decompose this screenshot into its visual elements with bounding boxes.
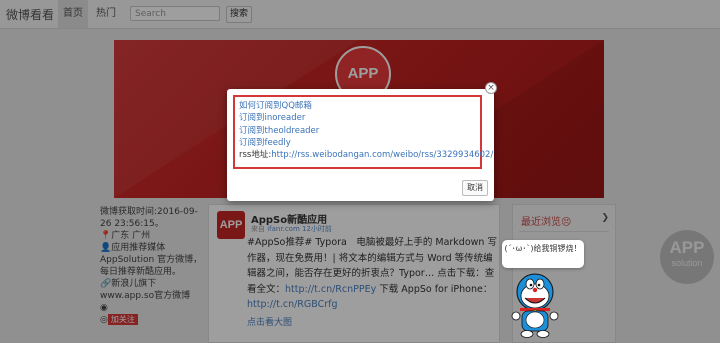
rss-address: rss地址:http://rss.weibodangan.com/weibo/r… — [239, 149, 493, 161]
doraemon-mascot[interactable] — [510, 272, 560, 340]
subscribe-theoldreader-link[interactable]: 订阅到theoldreader — [239, 125, 476, 137]
cancel-button[interactable]: 取消 — [462, 180, 488, 196]
rss-options-box: 如何订阅到QQ邮箱 订阅到inoreader 订阅到theoldreader 订… — [233, 95, 493, 169]
subscribe-feedly-link[interactable]: 订阅到feedly — [239, 137, 476, 149]
rss-subscribe-dialog: 如何订阅到QQ邮箱 订阅到inoreader 订阅到theoldreader 订… — [227, 89, 494, 201]
rss-label: rss地址: — [239, 150, 272, 161]
subscribe-qq-mail-link[interactable]: 如何订阅到QQ邮箱 — [239, 100, 476, 112]
mascot-speech-bubble: (´･ω･`)给我铜锣烧！ — [502, 240, 584, 268]
rss-url-link[interactable]: http://rss.weibodangan.com/weibo/rss/332… — [271, 150, 493, 160]
close-icon[interactable]: × — [485, 82, 497, 94]
subscribe-inoreader-link[interactable]: 订阅到inoreader — [239, 112, 476, 124]
